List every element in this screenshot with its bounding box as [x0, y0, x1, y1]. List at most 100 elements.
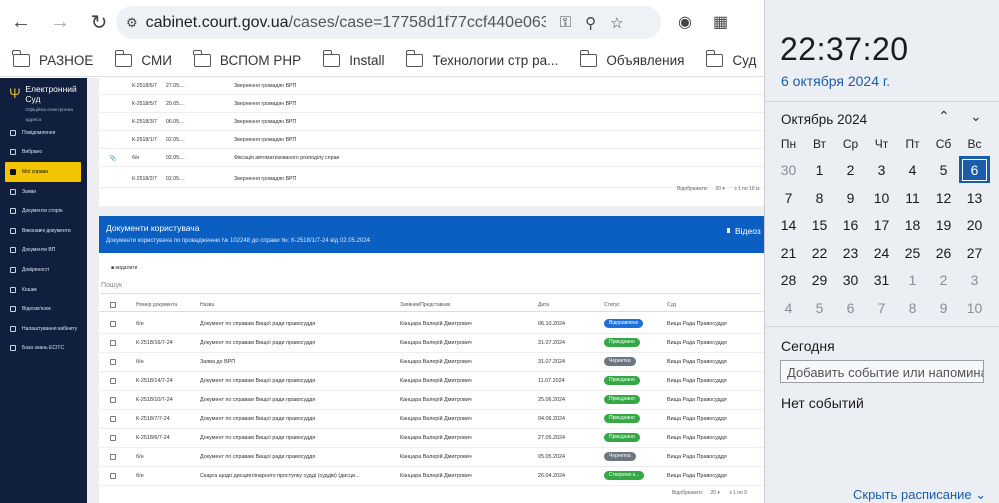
- calendar-day[interactable]: 3: [866, 162, 897, 178]
- site-logo[interactable]: Ψ Електронний Суд Офіційна електронна ад…: [9, 84, 87, 126]
- table-row[interactable]: К-2518/14/7-24 Документ по справам Вищої …: [99, 372, 764, 391]
- calendar-day[interactable]: 29: [804, 272, 835, 288]
- chevron-down-icon[interactable]: ▾: [722, 186, 725, 192]
- table-row[interactable]: К-2518/2/7 02.05.... Звернення громадян ВР…: [99, 171, 764, 188]
- calendar-day[interactable]: 5: [928, 162, 959, 178]
- bookmark-folder[interactable]: Install: [322, 49, 384, 68]
- table-row[interactable]: 📎 б/н 02.05.... Фіксація автоматизованого р…: [99, 150, 764, 167]
- site-info-icon[interactable]: ⚙: [126, 15, 138, 31]
- header-num[interactable]: Номер документа: [136, 302, 177, 308]
- row-checkbox[interactable]: [110, 416, 116, 422]
- prev-month-icon[interactable]: ⌃: [938, 108, 950, 125]
- table-row[interactable]: б/н Документ по справам Вищої ради правос…: [99, 315, 764, 334]
- sidebar-item[interactable]: Кошик: [0, 280, 87, 300]
- calendar-day[interactable]: 30: [835, 272, 866, 288]
- calendar-day[interactable]: 1: [897, 272, 928, 288]
- sidebar-item[interactable]: Повідомлення: [0, 123, 87, 143]
- table-row[interactable]: К-2518/1/7 02.05.... Звернення громадян ВР…: [99, 132, 764, 149]
- calendar-day[interactable]: 21: [773, 245, 804, 261]
- calendar-day[interactable]: 4: [897, 162, 928, 178]
- sidebar-item[interactable]: Довіреності: [0, 260, 87, 280]
- video-call-button[interactable]: Відеоз: [727, 226, 761, 236]
- clock-date[interactable]: 6 октября 2024 г.: [781, 73, 890, 89]
- zoom-icon[interactable]: ⚲: [585, 14, 596, 32]
- header-name[interactable]: Назва: [200, 302, 214, 308]
- calendar-day[interactable]: 25: [897, 245, 928, 261]
- calendar-day-today[interactable]: 6: [959, 156, 990, 183]
- calendar-day[interactable]: 8: [897, 300, 928, 316]
- table-row[interactable]: б/н Скарга щодо дисциплінарного проступку…: [99, 467, 764, 486]
- sidebar-item[interactable]: Відеозв'язок: [0, 299, 87, 319]
- row-checkbox[interactable]: [110, 454, 116, 460]
- url-text[interactable]: cabinet.court.gov.ua/cases/case=17758d1f…: [146, 14, 546, 32]
- calendar-day[interactable]: 17: [866, 217, 897, 233]
- bookmark-folder[interactable]: РАЗНОЕ: [12, 49, 93, 68]
- reload-icon[interactable]: ↻: [81, 4, 117, 40]
- table-row[interactable]: К-2518/5/7 20.05.... Звернення громадян ВР…: [99, 96, 764, 113]
- calendar-day[interactable]: 10: [959, 300, 990, 316]
- address-bar[interactable]: ⚙ cabinet.court.gov.ua/cases/case=17758d…: [116, 6, 661, 39]
- calendar-day[interactable]: 2: [835, 162, 866, 178]
- calendar-day[interactable]: 4: [773, 300, 804, 316]
- row-checkbox[interactable]: [110, 473, 116, 479]
- key-icon[interactable]: ⚿: [560, 14, 571, 31]
- sidebar-item[interactable]: Документи ВП: [0, 241, 87, 261]
- row-checkbox[interactable]: [110, 321, 116, 327]
- calendar-day[interactable]: 24: [866, 245, 897, 261]
- table-row[interactable]: б/н Документ по справам Вищої ради правос…: [99, 448, 764, 467]
- bookmark-folder[interactable]: СМИ: [114, 49, 172, 68]
- chevron-down-icon[interactable]: ▾: [717, 490, 720, 496]
- calendar-day[interactable]: 28: [773, 272, 804, 288]
- sidebar-item[interactable]: База знань ЕСІТС: [0, 339, 87, 359]
- calendar-day[interactable]: 14: [773, 217, 804, 233]
- bookmark-star-icon[interactable]: ☆: [610, 14, 623, 32]
- calendar-day[interactable]: 26: [928, 245, 959, 261]
- row-checkbox[interactable]: [110, 340, 116, 346]
- row-checkbox[interactable]: [110, 435, 116, 441]
- table-row[interactable]: К-2518/6/7 27.05.... Звернення громадян ВР…: [99, 78, 764, 95]
- extension-icon[interactable]: ◉: [678, 12, 692, 32]
- delete-button[interactable]: ■ видалити: [111, 265, 137, 271]
- header-date[interactable]: Дата: [538, 302, 549, 308]
- calendar-day[interactable]: 23: [835, 245, 866, 261]
- table-row[interactable]: К-2518/16/7-24 Документ по справам Вищої …: [99, 334, 764, 353]
- select-all-checkbox[interactable]: [110, 302, 116, 308]
- calendar-day[interactable]: 1: [804, 162, 835, 178]
- bookmark-folder[interactable]: Технологии стр ра...: [405, 49, 558, 68]
- calendar-day[interactable]: 7: [773, 190, 804, 206]
- calendar-day[interactable]: 20: [959, 217, 990, 233]
- calendar-day[interactable]: 2: [928, 272, 959, 288]
- calendar-day[interactable]: 18: [897, 217, 928, 233]
- pager-count-select[interactable]: 20: [710, 490, 716, 496]
- back-icon[interactable]: ←: [3, 4, 39, 40]
- row-checkbox[interactable]: [110, 359, 116, 365]
- calendar-day[interactable]: 19: [928, 217, 959, 233]
- calendar-day[interactable]: 11: [897, 190, 928, 206]
- sidebar-item[interactable]: Заяви: [0, 182, 87, 202]
- table-row[interactable]: К-2518/7/7-24 Документ по справам Вищої р…: [99, 410, 764, 429]
- calendar-day[interactable]: 7: [866, 300, 897, 316]
- search-input[interactable]: Пошук: [101, 282, 761, 294]
- table-row[interactable]: К-2518/3/7 06.05.... Звернення громадян ВР…: [99, 114, 764, 131]
- table-row[interactable]: К-2518/6/7-24 Документ по справам Вищої р…: [99, 429, 764, 448]
- add-event-input[interactable]: Добавить событие или напоминание: [780, 360, 984, 383]
- pager-count-select[interactable]: 20: [715, 186, 721, 192]
- calendar-day[interactable]: 9: [928, 300, 959, 316]
- bookmark-folder[interactable]: ВСПОМ PHP: [193, 49, 301, 68]
- forward-icon[interactable]: →: [42, 4, 78, 40]
- calendar-day[interactable]: 27: [959, 245, 990, 261]
- table-row[interactable]: К-2518/10/7-24 Документ по справам Вищої …: [99, 391, 764, 410]
- row-checkbox[interactable]: [110, 397, 116, 403]
- calendar-day[interactable]: 10: [866, 190, 897, 206]
- calendar-day[interactable]: 5: [804, 300, 835, 316]
- sidebar-item[interactable]: Налаштування кабінету: [0, 319, 87, 339]
- hide-schedule-button[interactable]: Скрыть расписание ⌄: [853, 487, 986, 503]
- sidebar-item[interactable]: Мої справи: [5, 162, 81, 182]
- sidebar-item[interactable]: Вибрано: [0, 143, 87, 163]
- header-applicant[interactable]: Заявник/Представник: [400, 302, 450, 308]
- calendar-day[interactable]: 9: [835, 190, 866, 206]
- calendar-day[interactable]: 31: [866, 272, 897, 288]
- bookmark-folder[interactable]: Суд: [705, 49, 756, 68]
- row-checkbox[interactable]: [110, 378, 116, 384]
- extensions-puzzle-icon[interactable]: ▦: [713, 12, 728, 32]
